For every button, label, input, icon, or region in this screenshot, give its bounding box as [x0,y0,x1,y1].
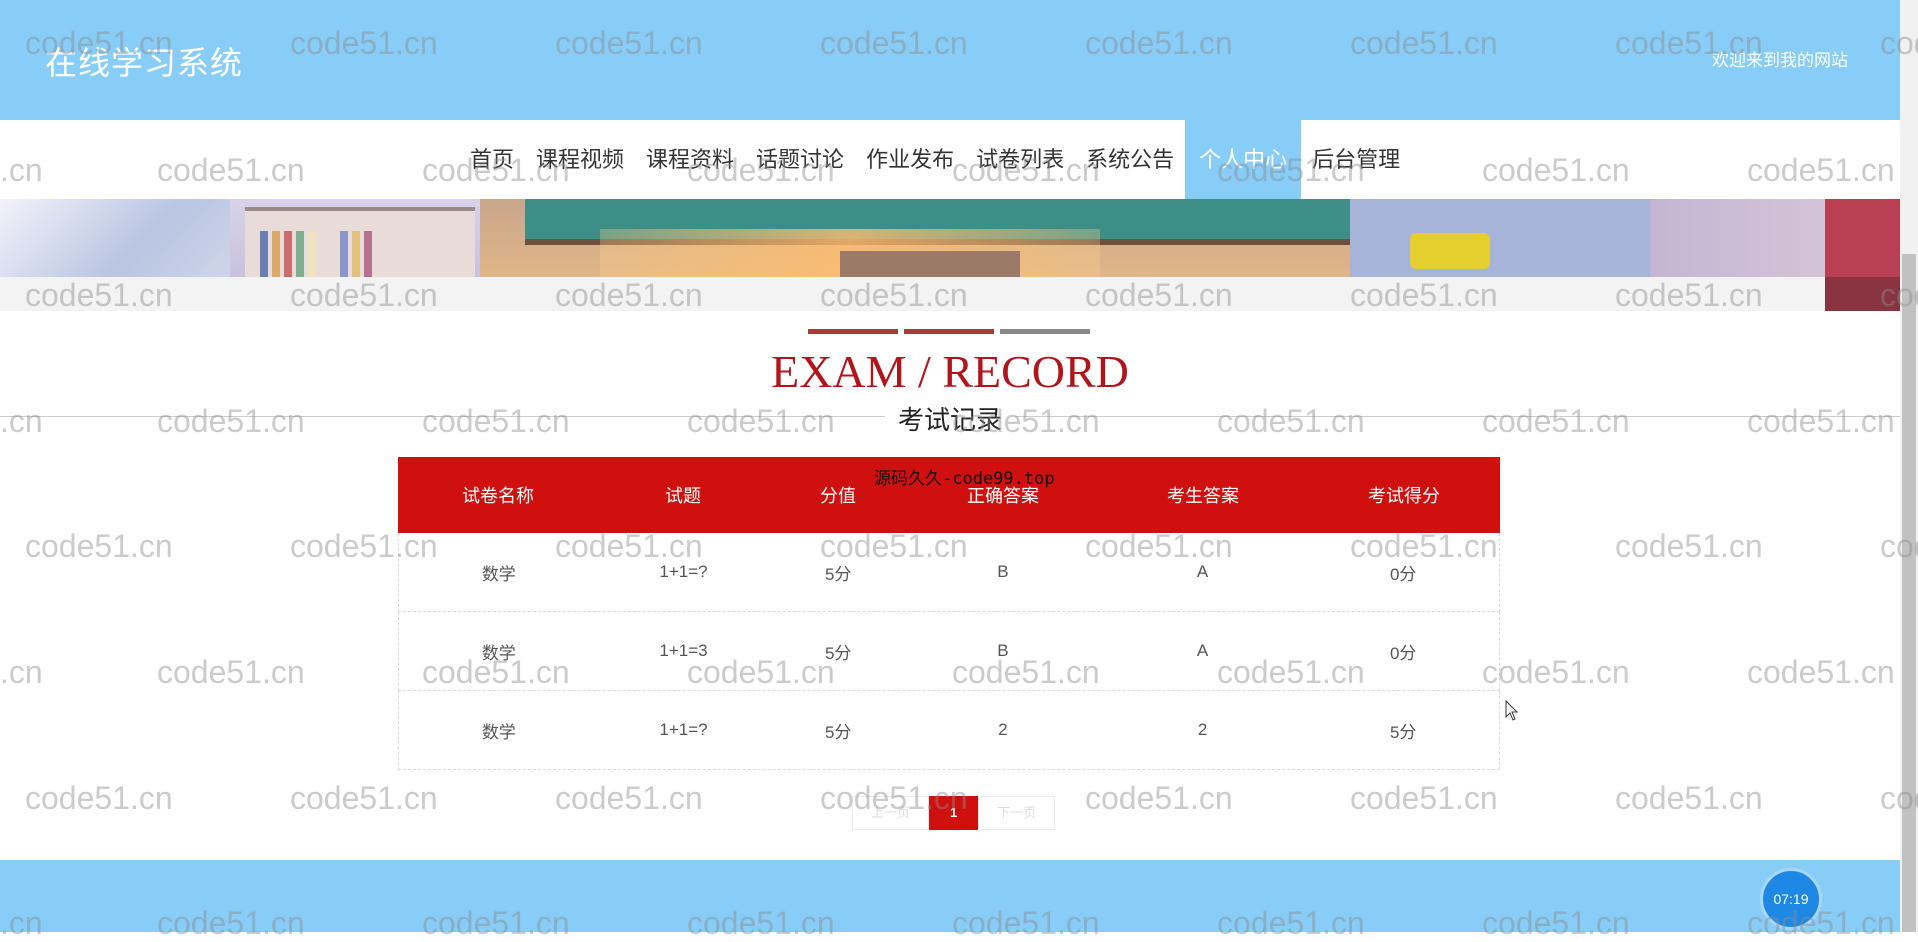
mouse-cursor-icon [1505,700,1519,721]
pagination: 上一页 1 下一页 [852,796,1056,830]
banner-bookshelf [245,207,475,277]
banner-book [296,231,304,277]
watermark-text: code51.cn [422,403,570,439]
title-bar [1000,329,1090,334]
watermark-text: code51.cn [1217,403,1365,439]
banner-book [352,231,360,277]
watermark-text: code51.cn [1615,780,1763,816]
watermark-text: code51.cn [290,780,438,816]
cell-student-answer: 2 [1197,720,1208,739]
cell-correct-answer: B [997,562,1009,581]
banner-book [284,231,292,277]
watermark-text: code51.cn [0,403,43,439]
banner-book [260,231,268,277]
cell-question: 1+1=3 [659,641,708,660]
table-row: 数学 1+1=3 5分 B A 0分 [398,612,1500,691]
cell-student-answer: A [1196,562,1209,581]
nav-item-course-material[interactable]: 课程资料 [635,120,745,199]
title-decoration [808,329,1090,334]
cell-score-value: 5分 [824,564,852,584]
source-watermark-text: 源码久久-code99.top [874,469,1055,489]
table-row: 数学 1+1=? 5分 2 2 5分 [398,691,1500,770]
banner-image [0,199,1900,277]
cell-correct-answer: 2 [998,720,1008,739]
table-row: 数学 1+1=? 5分 B A 0分 [398,533,1500,612]
welcome-text: 欢迎来到我的网站 [1712,51,1848,70]
watermark-text: code51.cn [0,654,43,690]
nav-item-personal-center[interactable]: 个人中心 [1185,120,1302,199]
nav-item-exam-list[interactable]: 试卷列表 [965,120,1075,199]
watermark-text: code51.cn [157,403,305,439]
cell-exam-name: 数学 [481,643,516,663]
nav-item-homework[interactable]: 作业发布 [855,120,965,199]
section-title: EXAM / RECORD [771,346,1129,397]
nav-item-course-video[interactable]: 课程视频 [525,120,635,199]
site-title[interactable]: 在线学习系统 [45,38,243,84]
watermark-text: code51.cn [687,403,835,439]
banner-right-wall [1350,199,1650,277]
banner-book [340,231,348,277]
next-page-button[interactable]: 下一页 [978,796,1056,830]
banner-book [364,231,372,277]
cell-correct-answer: B [997,641,1009,660]
watermark-text: code51.cn [1615,528,1763,564]
col-header-exam-score: 考试得分 [1368,486,1440,506]
banner-poster [1825,199,1900,277]
banner-desk [840,251,1020,277]
title-bar [808,329,898,334]
nav-item-discussion[interactable]: 话题讨论 [745,120,855,199]
banner-book [308,231,316,277]
section-subtitle: 考试记录 [885,400,1015,436]
cell-exam-score: 0分 [1389,643,1417,663]
nav-item-home[interactable]: 首页 [459,120,525,199]
gray-strip [0,277,1825,311]
header-bar: 在线学习系统 欢迎来到我的网站 [0,0,1900,120]
nav-item-announcement[interactable]: 系统公告 [1075,120,1185,199]
cell-exam-name: 数学 [481,564,516,584]
cell-question: 1+1=? [659,720,708,739]
main-nav: 首页 课程视频 课程资料 话题讨论 作业发布 试卷列表 系统公告 个人中心 后台… [0,120,1900,199]
clock-widget[interactable]: 07:19 [1760,868,1822,930]
watermark-text: code51.cn [1747,403,1895,439]
col-header-question: 试题 [665,486,701,506]
cell-student-answer: A [1196,641,1209,660]
banner-poster-bottom [1825,277,1900,311]
nav-list: 首页 课程视频 课程资料 话题讨论 作业发布 试卷列表 系统公告 个人中心 后台… [459,120,1411,199]
watermark-text: code51.cn [157,654,305,690]
scrollbar-thumb[interactable] [1902,254,1916,932]
banner-window [0,199,230,277]
exam-record-table: 试卷名称 试题 分值 正确答案 考生答案 考试得分 数学 1+1=? 5分 B … [398,457,1500,770]
banner-bag [1410,233,1490,269]
prev-page-button[interactable]: 上一页 [852,796,930,830]
title-bar [904,329,994,334]
watermark-text: code51.cn [1747,654,1895,690]
cell-exam-name: 数学 [481,722,516,742]
banner-book [272,231,280,277]
cell-score-value: 5分 [824,722,852,742]
watermark-text: code51.cn [25,528,173,564]
cell-exam-score: 0分 [1389,564,1417,584]
cell-question: 1+1=? [659,562,708,581]
col-header-student-answer: 考生答案 [1167,486,1239,506]
cell-exam-score: 5分 [1389,722,1417,742]
nav-item-admin[interactable]: 后台管理 [1301,120,1411,199]
watermark-text: code51.cn [1482,654,1630,690]
cell-score-value: 5分 [824,643,852,663]
watermark-text: code51.cn [1482,403,1630,439]
watermark-text: code51.cn [1350,780,1498,816]
page-1-button[interactable]: 1 [929,796,979,830]
watermark-text: code51.cn [1085,780,1233,816]
watermark-text: code51.cn [555,780,703,816]
watermark-text: code51.cn [25,780,173,816]
footer-bar [0,860,1900,932]
col-header-exam-name: 试卷名称 [462,486,534,506]
